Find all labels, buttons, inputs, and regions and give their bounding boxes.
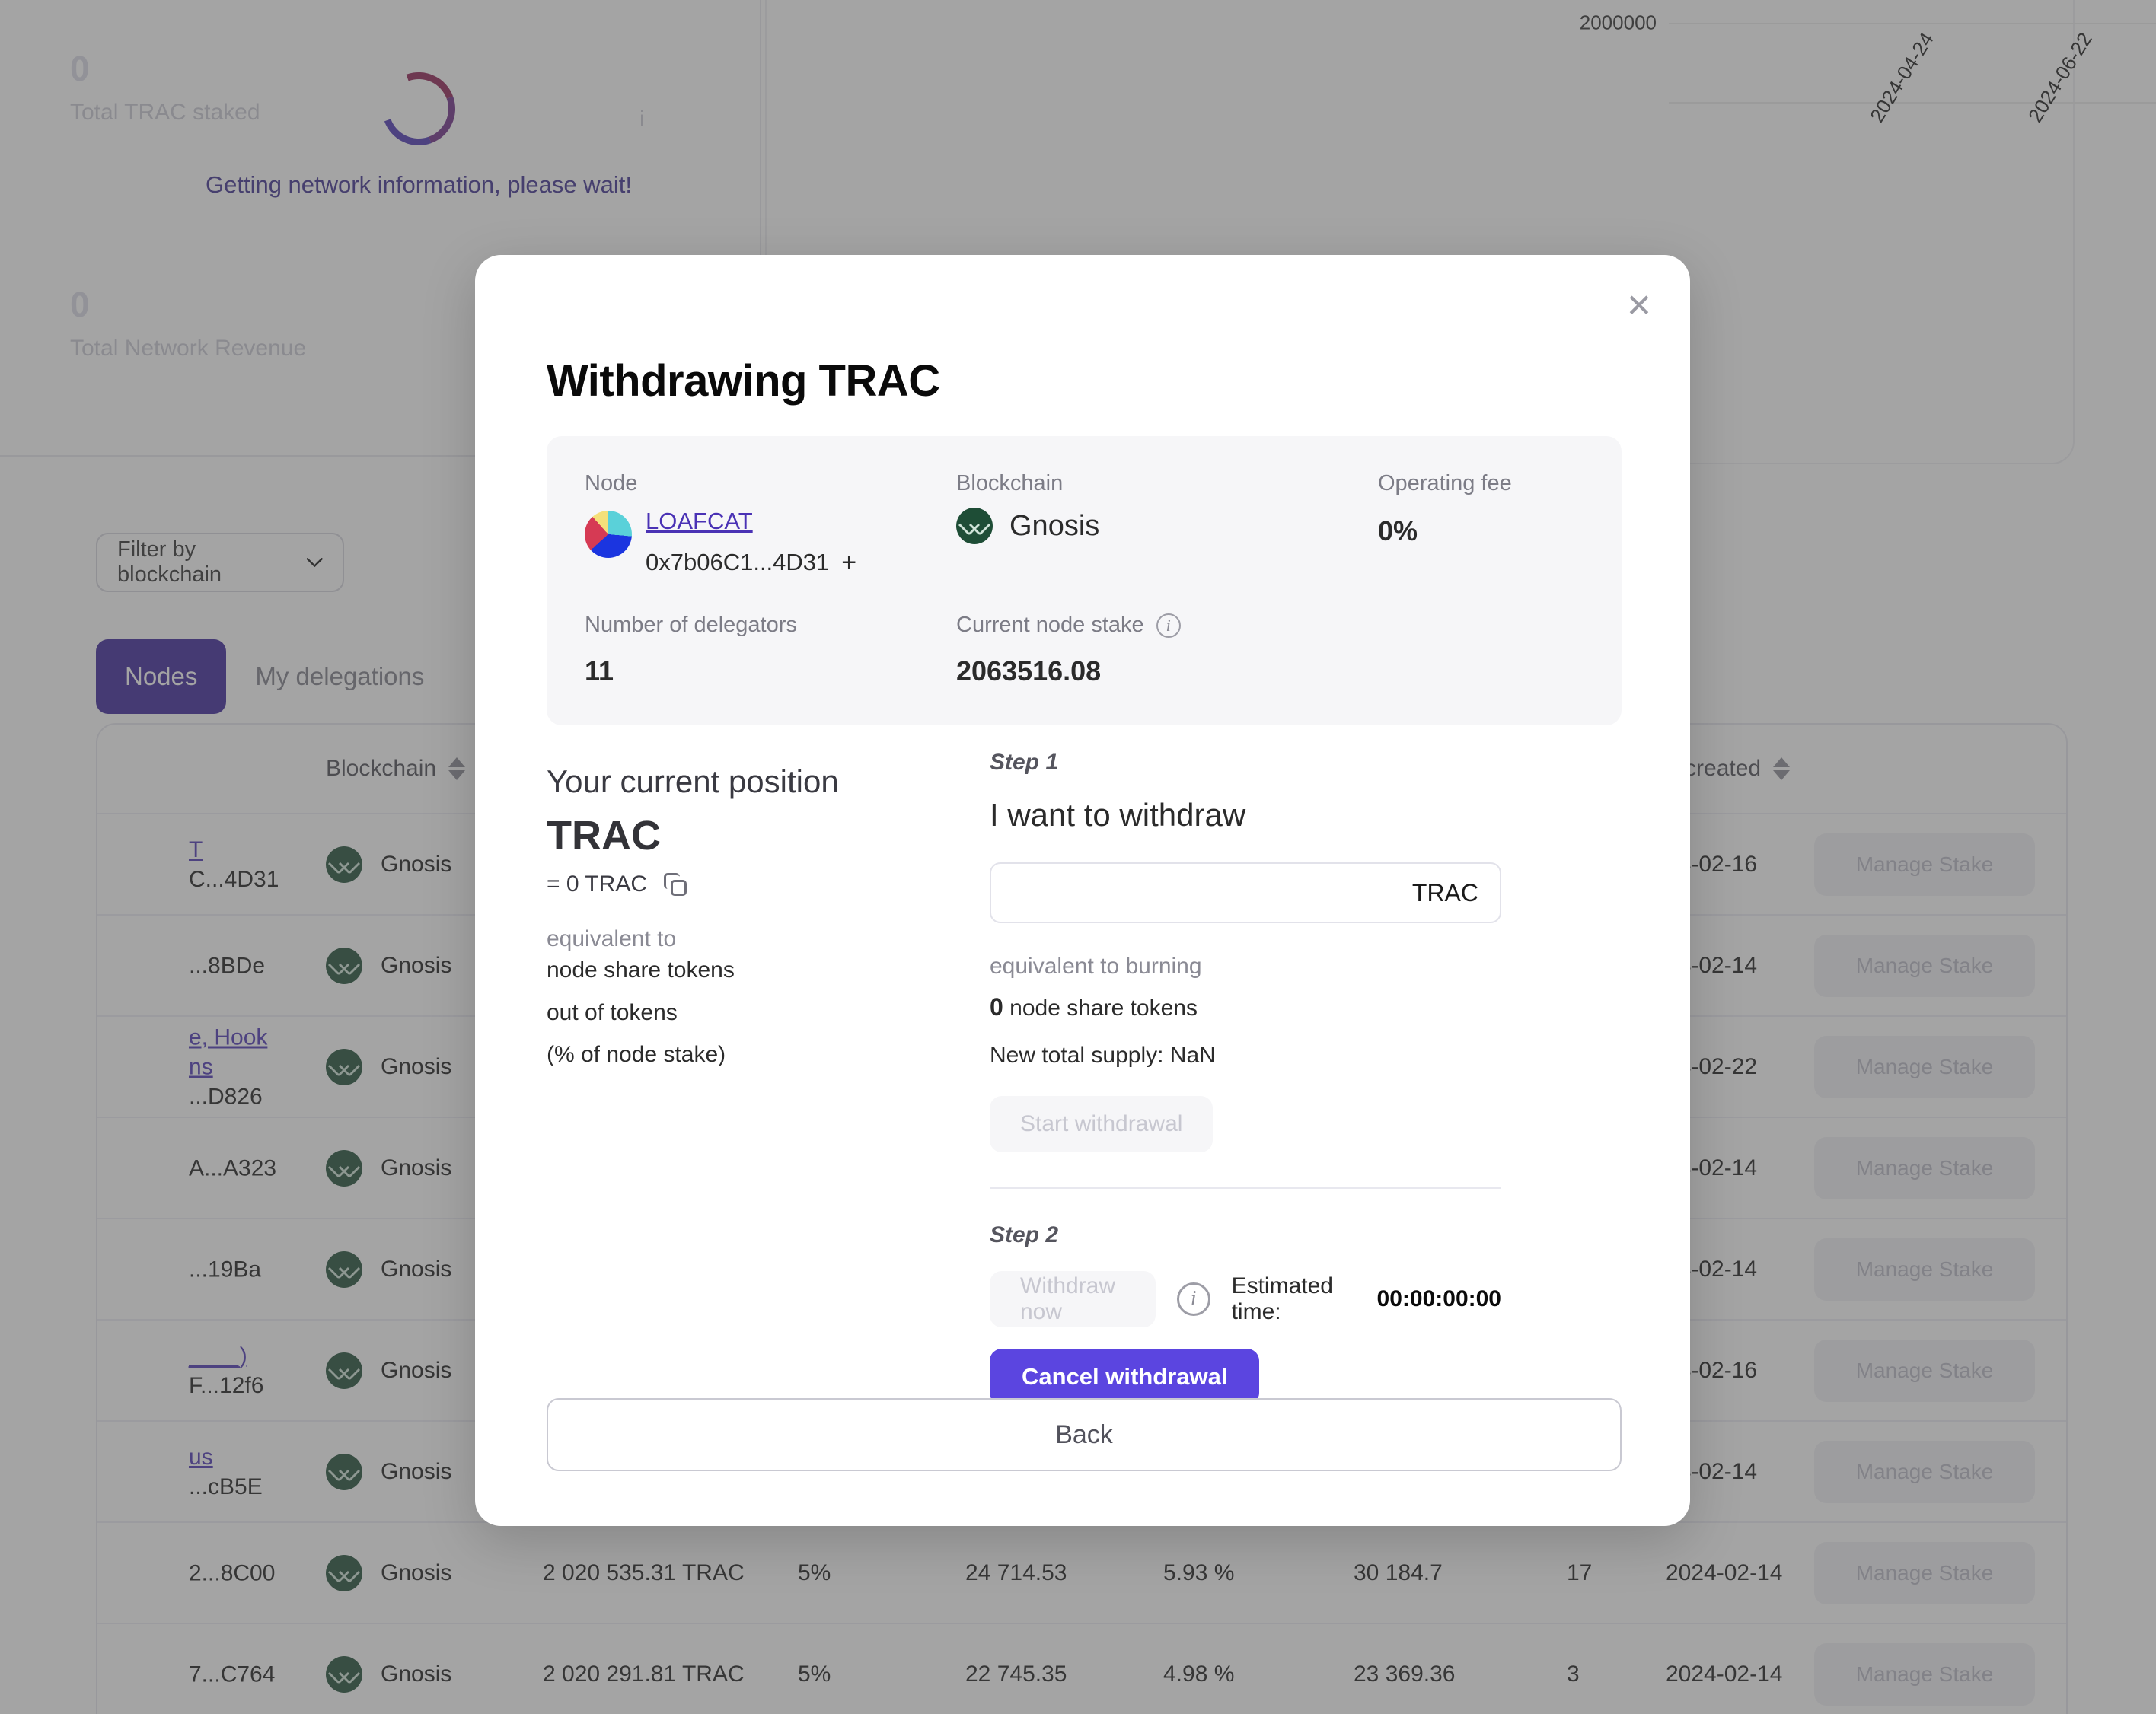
current-position-details: equivalent to node share tokens out of t… — [547, 923, 958, 1071]
node-stake-label-row: Current node stake i — [956, 613, 1181, 638]
delegators-value: 11 — [585, 655, 614, 687]
info-icon[interactable]: i — [1156, 613, 1181, 638]
operating-fee-value: 0% — [1378, 515, 1418, 546]
burn-amount: 0 — [990, 993, 1003, 1021]
step-2-actions: Withdraw now i Estimated time: 00:00:00:… — [990, 1271, 1501, 1327]
pct-of-node-stake-line: (% of node stake) — [547, 1042, 726, 1068]
start-withdrawal-button[interactable]: Start withdrawal — [990, 1096, 1214, 1152]
new-total-supply: New total supply: NaN — [990, 1043, 1216, 1068]
node-info-panel: Node LOAFCAT 0x7b06C1...4D31 + Blockchai… — [547, 436, 1622, 725]
node-address: 0x7b06C1...4D31 + — [646, 549, 856, 576]
app-root: 0 Total TRAC staked i 0 Total Network Re… — [0, 0, 2156, 1714]
out-of-tokens-line: out of tokens — [547, 999, 678, 1025]
current-position-title: Your current position — [547, 763, 839, 799]
estimated-time-label: Estimated time: — [1231, 1273, 1333, 1324]
withdraw-trac-modal: ✕ Withdrawing TRAC Node LOAFCAT 0x7b06C1… — [475, 255, 1690, 1526]
burn-amount-row: 0 node share tokens — [990, 993, 1501, 1021]
current-position-equivalent: = 0 TRAC — [547, 871, 647, 897]
info-icon[interactable]: i — [1176, 1282, 1210, 1316]
step-2-tag: Step 2 — [990, 1222, 1059, 1247]
current-position-amount: TRAC — [547, 813, 661, 859]
gnosis-icon — [956, 508, 993, 544]
burn-unit: node share tokens — [1009, 996, 1198, 1021]
node-stake-value: 2063516.08 — [956, 655, 1102, 687]
burn-label: equivalent to burning — [990, 954, 1202, 979]
amount-input-suffix: TRAC — [1411, 878, 1478, 906]
share-tokens-line: node share tokens — [547, 957, 735, 983]
copy-icon[interactable] — [664, 873, 687, 896]
estimated-time-value: 00:00:00:00 — [1376, 1286, 1501, 1311]
current-position-equivalent-row: = 0 TRAC — [547, 871, 687, 897]
withdraw-amount-input[interactable]: TRAC — [990, 862, 1501, 923]
close-icon[interactable]: ✕ — [1622, 288, 1657, 323]
withdraw-steps-column: Step 1 I want to withdraw TRAC equivalen… — [990, 750, 1501, 1405]
plus-icon[interactable]: + — [841, 550, 856, 575]
blockchain-name: Gnosis — [1009, 509, 1100, 542]
node-address-text: 0x7b06C1...4D31 — [646, 549, 830, 575]
cancel-withdrawal-button[interactable]: Cancel withdrawal — [990, 1349, 1260, 1405]
step-1-tag: Step 1 — [990, 750, 1059, 775]
blockchain-label: Blockchain — [956, 471, 1064, 495]
blockchain-value-row: Gnosis — [956, 508, 1099, 544]
node-avatar-identicon — [585, 511, 632, 558]
equivalent-to-label: equivalent to — [547, 926, 677, 951]
node-label: Node — [585, 471, 638, 495]
node-stake-label: Current node stake — [956, 613, 1144, 637]
operating-fee-label: Operating fee — [1378, 471, 1512, 495]
back-button[interactable]: Back — [547, 1398, 1622, 1471]
step-divider — [990, 1187, 1501, 1189]
page-title: Withdrawing TRAC — [547, 356, 940, 406]
delegators-label: Number of delegators — [585, 613, 797, 637]
withdraw-now-button[interactable]: Withdraw now — [990, 1271, 1156, 1327]
step-1-heading: I want to withdraw — [990, 797, 1246, 833]
node-name-link[interactable]: LOAFCAT — [646, 508, 753, 535]
